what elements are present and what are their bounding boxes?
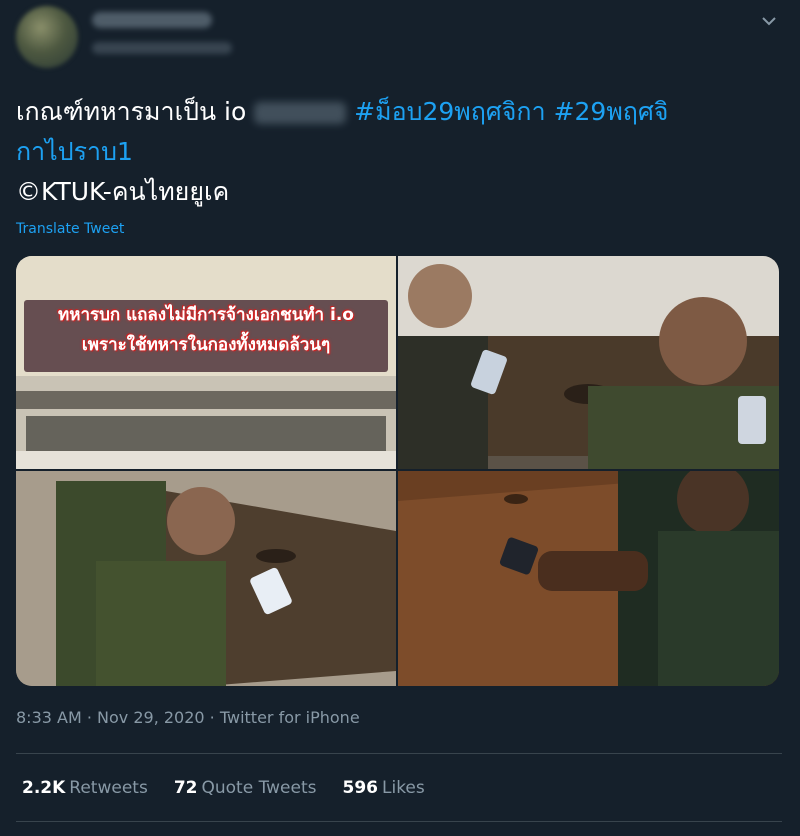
media-grid: ทหารบก แถลงไม่มีการจ้างเอกชนทำ i.o เพราะ… [16,256,779,686]
photo-3[interactable] [16,471,396,686]
tweet-date[interactable]: Nov 29, 2020 [97,708,205,727]
separator: · [81,708,98,727]
quotes-count: 72 [173,778,198,798]
separator: · [204,708,220,727]
credit-text: ©KTUK-คนไทยยูเค [16,177,230,206]
banner-line-1: ทหารบก แถลงไม่มีการจ้างเอกชนทำ i.o [58,305,354,325]
chevron-down-icon [762,17,776,26]
tweet-time[interactable]: 8:33 AM [16,708,82,727]
photo-4[interactable] [398,471,779,686]
tweet-timestamp: 8:33 AM · Nov 29, 2020 · Twitter for iPh… [16,708,360,727]
divider [16,753,782,754]
likes-label: Likes [382,778,425,798]
more-options-button[interactable] [758,10,780,32]
hashtag-part[interactable]: กาไปราบ1 [16,137,133,166]
redacted-text [254,102,347,124]
tweet-header [0,0,800,80]
photo-3-scene [16,471,396,686]
banner-line-2: เพราะใช้ทหารในกองทั้งหมดล้วนๆ [81,335,331,355]
photo-2-scene [398,256,779,469]
tweet-text-main: เกณฑ์ทหารมาเป็น io [16,97,247,126]
tweet-text: เกณฑ์ทหารมาเป็น io #ม็อบ29พฤศจิกา #29พฤศ… [16,92,786,212]
retweets-stat[interactable]: 2.2K Retweets [22,778,148,798]
translate-tweet-link[interactable]: Translate Tweet [16,221,124,237]
photo-1[interactable]: ทหารบก แถลงไม่มีการจ้างเอกชนทำ i.o เพราะ… [16,256,396,469]
quotes-label: Quote Tweets [201,778,317,798]
hashtag-link[interactable]: #ม็อบ29พฤศจิกา [354,97,545,126]
handle-redacted [92,42,232,54]
retweets-label: Retweets [69,778,148,798]
avatar[interactable] [16,6,78,68]
divider [16,821,782,822]
likes-count: 596 [342,778,379,798]
photo-4-scene [398,471,779,686]
photo-banner: ทหารบก แถลงไม่มีการจ้างเอกชนทำ i.o เพราะ… [24,300,388,372]
hashtag-part[interactable]: #29พฤศจิ [554,97,669,126]
tweet-source[interactable]: Twitter for iPhone [220,708,360,727]
likes-stat[interactable]: 596 Likes [343,778,425,798]
display-name-redacted[interactable] [92,12,212,28]
tweet-stats: 2.2K Retweets 72 Quote Tweets 596 Likes [22,778,425,798]
photo-2[interactable] [398,256,779,469]
author-info[interactable] [92,12,232,54]
retweets-count: 2.2K [22,778,66,798]
quote-tweets-stat[interactable]: 72 Quote Tweets [174,778,317,798]
